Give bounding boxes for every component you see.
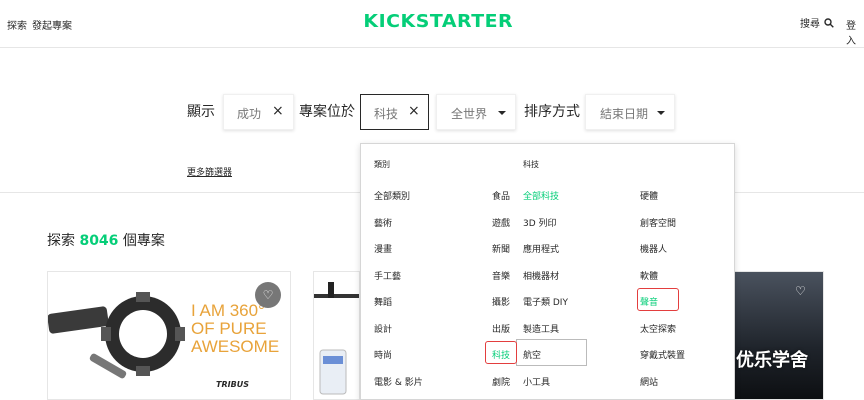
kickstarter-logo[interactable]: KICKSTARTER <box>363 11 513 32</box>
subcategory-item[interactable]: 機器人 <box>640 242 667 255</box>
category-item[interactable]: 出版 <box>492 322 510 335</box>
location-filter[interactable]: 全世界 <box>436 94 516 130</box>
status-value: 成功 <box>237 107 262 121</box>
subcategory-item-selected[interactable]: 全部科技 <box>523 189 559 202</box>
category-dropdown: 類別 科技 全部類別 藝術 漫畫 手工藝 舞蹈 設計 時尚 電影 & 影片 食品… <box>360 143 735 400</box>
category-item[interactable]: 設計 <box>374 322 392 335</box>
chevron-down-icon <box>498 111 506 115</box>
sort-dropdown[interactable]: 結束日期 <box>585 94 675 130</box>
category-item[interactable]: 藝術 <box>374 216 392 229</box>
login-link[interactable]: 登入 <box>846 17 864 47</box>
hover-highlight <box>516 339 587 366</box>
subcategory-item[interactable]: 3D 列印 <box>523 216 557 229</box>
category-item[interactable]: 電影 & 影片 <box>374 375 423 388</box>
search-button[interactable]: 搜尋 <box>800 15 834 30</box>
project-card[interactable]: I AM 360° OF PURE AWESOME TRIBUS ♡ <box>47 271 291 400</box>
category-item[interactable]: 劇院 <box>492 375 510 388</box>
category-item[interactable]: 全部類別 <box>374 189 410 202</box>
subcategory-item[interactable]: 太空探索 <box>640 322 676 335</box>
category-item[interactable]: 手工藝 <box>374 269 401 282</box>
product-image <box>48 292 185 379</box>
subcategory-item[interactable]: 相機器材 <box>523 269 559 282</box>
sort-label: 排序方式 <box>524 104 580 120</box>
category-value: 科技 <box>374 107 399 121</box>
category-filter[interactable]: 科技 × <box>360 94 429 130</box>
category-item[interactable]: 舞蹈 <box>374 295 392 308</box>
subcategory-header: 科技 <box>523 160 539 169</box>
subcategory-item[interactable]: 硬體 <box>640 189 658 202</box>
annotation-box-sound <box>637 288 679 311</box>
watermark-text: 优乐学舍 <box>736 350 808 371</box>
category-item[interactable]: 遊戲 <box>492 216 510 229</box>
subcategory-item[interactable]: 網站 <box>640 375 658 388</box>
category-item[interactable]: 食品 <box>492 189 510 202</box>
explore-prefix: 探索 <box>47 233 75 249</box>
status-filter[interactable]: 成功 × <box>223 94 294 130</box>
project-card[interactable] <box>313 271 360 400</box>
category-header: 類別 <box>374 160 390 169</box>
card1-tagline: I AM 360° OF PURE AWESOME <box>191 301 280 356</box>
start-project-link[interactable]: 發起專案 <box>32 17 72 32</box>
watermark: 优乐学舍 <box>708 346 808 372</box>
more-filters-link[interactable]: 更多篩選器 <box>187 165 232 178</box>
heart-icon[interactable]: ♡ <box>255 282 281 308</box>
search-label: 搜尋 <box>800 19 820 30</box>
category-item[interactable]: 新聞 <box>492 242 510 255</box>
subcategory-item[interactable]: 軟體 <box>640 269 658 282</box>
subcategory-item[interactable]: 創客空間 <box>640 216 676 229</box>
subcategory-item[interactable]: 穿戴式裝置 <box>640 348 685 361</box>
category-item[interactable]: 漫畫 <box>374 242 392 255</box>
category-item[interactable]: 時尚 <box>374 348 392 361</box>
clear-status-icon[interactable]: × <box>272 103 284 119</box>
chat-bubble-icon <box>708 350 730 367</box>
subcategory-item[interactable]: 小工具 <box>523 375 550 388</box>
top-nav: 探索 發起專案 KICKSTARTER 搜尋 登入 <box>0 0 864 48</box>
show-label: 顯示 <box>187 104 215 120</box>
project-count: 8046 <box>79 233 119 249</box>
explore-link[interactable]: 探索 <box>7 17 27 32</box>
category-item[interactable]: 音樂 <box>492 269 510 282</box>
subcategory-item[interactable]: 製造工具 <box>523 322 559 335</box>
chevron-down-icon <box>657 111 665 115</box>
product-image <box>314 282 359 395</box>
subcategory-item[interactable]: 應用程式 <box>523 242 559 255</box>
heart-icon[interactable]: ♡ <box>795 284 806 298</box>
explore-suffix: 個專案 <box>122 233 165 249</box>
sort-value: 結束日期 <box>600 107 649 121</box>
brand-logo: TRIBUS <box>216 380 249 389</box>
location-value: 全世界 <box>451 107 488 121</box>
project-card[interactable]: ♡ <box>734 271 824 400</box>
project-count-heading: 探索 8046 個專案 <box>47 230 165 250</box>
search-icon <box>824 17 834 28</box>
annotation-box-tech <box>485 341 517 364</box>
category-item[interactable]: 攝影 <box>492 295 510 308</box>
clear-category-icon[interactable]: × <box>408 103 420 119</box>
located-label: 專案位於 <box>299 104 355 120</box>
subcategory-item[interactable]: 電子類 DIY <box>523 295 568 308</box>
